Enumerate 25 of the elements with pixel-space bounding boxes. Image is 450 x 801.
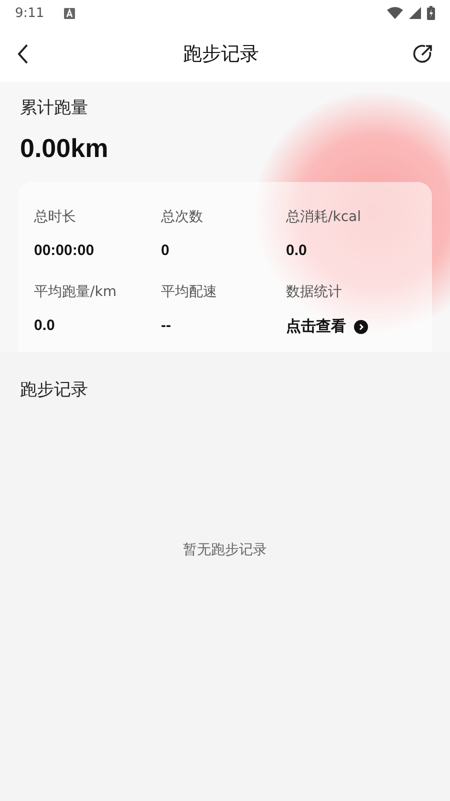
chevron-icon <box>354 320 368 334</box>
empty-message: 暂无跑步记录 <box>182 541 268 559</box>
stat-label: 总次数 <box>161 208 204 226</box>
stat-label: 总时长 <box>34 208 77 226</box>
status-time: 9:11 <box>15 6 44 20</box>
stat-value: 0.0 <box>34 317 56 334</box>
stat-label: 平均配速 <box>161 283 218 301</box>
total-distance: 0.00km <box>20 133 110 164</box>
stat-value: 0.0 <box>286 242 308 259</box>
stat-value: 00:00:00 <box>34 242 96 259</box>
battery-icon <box>427 6 435 20</box>
back-icon <box>16 43 30 65</box>
share-icon <box>412 43 434 65</box>
stat-label: 数据统计 <box>286 283 343 301</box>
stat-label: 总消耗/kcal <box>286 208 362 226</box>
stat-label: 平均跑量/km <box>34 283 118 301</box>
section-title: 跑步记录 <box>20 379 89 401</box>
notification-icon <box>64 8 76 18</box>
summary-label: 累计跑量 <box>20 97 89 119</box>
view-link[interactable]: 点击查看 <box>286 317 368 336</box>
wifi-icon <box>387 7 403 19</box>
stat-value: -- <box>161 317 172 334</box>
page-title: 跑步记录 <box>183 42 259 67</box>
stat-value: 0 <box>161 242 170 259</box>
signal-icon <box>409 7 421 19</box>
